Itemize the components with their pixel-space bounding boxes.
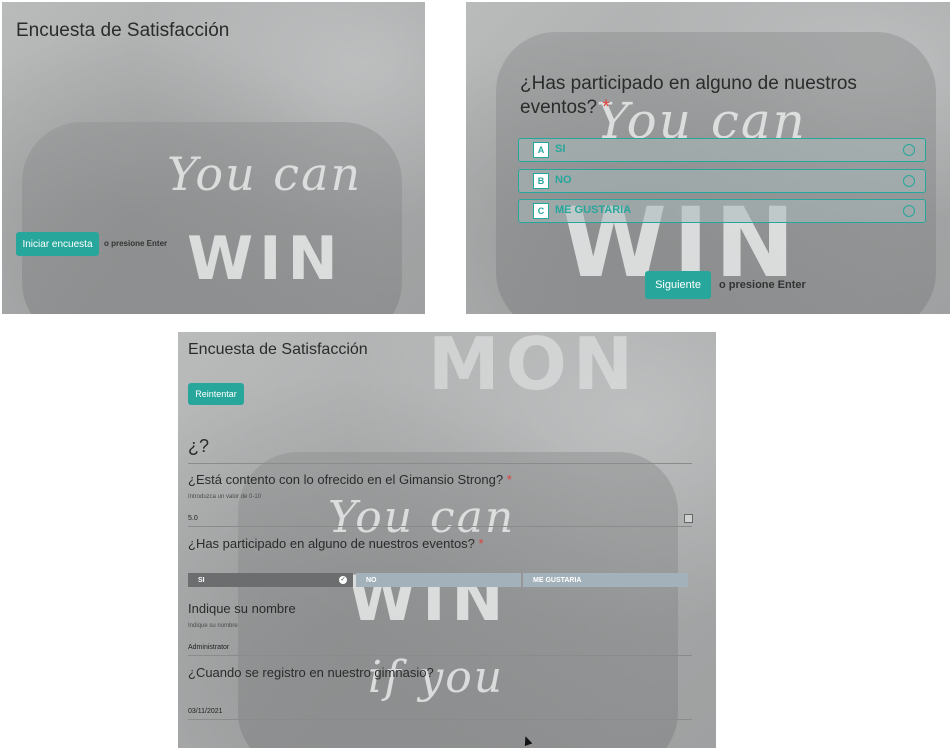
survey-title: Encuesta de Satisfacción bbox=[188, 341, 368, 358]
required-mark: * bbox=[602, 97, 610, 118]
question-title: ¿Has participado en alguno de nuestros e… bbox=[520, 72, 900, 120]
radio-circle-icon bbox=[903, 144, 915, 156]
q2-label-text: ¿Has participado en alguno de nuestros e… bbox=[188, 536, 475, 551]
q2-label: ¿Has participado en alguno de nuestros e… bbox=[188, 536, 484, 551]
q1-number-input[interactable]: 5.0 bbox=[188, 515, 198, 522]
q1-help: Introduzca un valor de 0-10 bbox=[188, 494, 262, 500]
segment-me-gustaria[interactable]: ME GUSTARIA bbox=[523, 573, 688, 587]
retry-button[interactable]: Reintentar bbox=[188, 383, 244, 405]
section-divider bbox=[188, 463, 692, 464]
survey-start-panel: You can WIN Encuesta de Satisfacción Ini… bbox=[2, 2, 425, 314]
radio-circle-icon bbox=[903, 205, 915, 217]
check-circle-icon: ✓ bbox=[339, 576, 347, 584]
dim-overlay bbox=[2, 2, 425, 314]
option-label: NO bbox=[555, 174, 572, 186]
q3-help: Indique su nombre bbox=[188, 623, 238, 629]
q3-underline bbox=[188, 655, 692, 656]
enter-hint: o presione Enter bbox=[719, 279, 806, 291]
calculator-icon bbox=[684, 514, 693, 523]
segment-si[interactable]: SI ✓ bbox=[188, 573, 353, 587]
option-label: ME GUSTARIA bbox=[555, 204, 632, 216]
required-mark: * bbox=[506, 472, 512, 487]
option-key: A bbox=[533, 142, 549, 158]
segment-label: ME GUSTARIA bbox=[533, 576, 582, 584]
segment-label: SI bbox=[198, 576, 205, 584]
survey-title: Encuesta de Satisfacción bbox=[16, 20, 230, 41]
q4-label: ¿Cuando se registro en nuestro gimnasio? bbox=[188, 665, 434, 680]
option-key: C bbox=[533, 203, 549, 219]
radio-circle-icon bbox=[903, 175, 915, 187]
segment-label: NO bbox=[366, 576, 377, 584]
question-text: ¿Has participado en alguno de nuestros e… bbox=[520, 73, 857, 118]
q1-label: ¿Está contento con lo ofrecido en el Gim… bbox=[188, 472, 512, 487]
next-button[interactable]: Siguiente bbox=[645, 271, 711, 299]
required-mark: * bbox=[478, 536, 484, 551]
segment-no[interactable]: NO bbox=[356, 573, 521, 587]
survey-review-panel: MON You can WIN if you Encuesta de Satis… bbox=[178, 332, 716, 748]
option-key: B bbox=[533, 173, 549, 189]
q4-underline bbox=[188, 719, 692, 720]
section-heading: ¿? bbox=[188, 436, 210, 456]
start-survey-button[interactable]: Iniciar encuesta bbox=[16, 232, 99, 256]
q4-date-input[interactable]: 03/11/2021 bbox=[188, 708, 223, 715]
q1-underline bbox=[188, 526, 692, 527]
option-a[interactable]: A SI bbox=[518, 138, 926, 162]
survey-question-panel: You can WIN ¿Has participado en alguno d… bbox=[466, 2, 950, 314]
option-b[interactable]: B NO bbox=[518, 169, 926, 193]
q1-label-text: ¿Está contento con lo ofrecido en el Gim… bbox=[188, 472, 504, 487]
option-label: SI bbox=[555, 143, 566, 155]
option-c[interactable]: C ME GUSTARIA bbox=[518, 199, 926, 223]
q3-label: Indique su nombre bbox=[188, 601, 296, 616]
q3-name-input[interactable]: Administrator bbox=[188, 644, 229, 651]
enter-hint: o presione Enter bbox=[104, 239, 168, 248]
